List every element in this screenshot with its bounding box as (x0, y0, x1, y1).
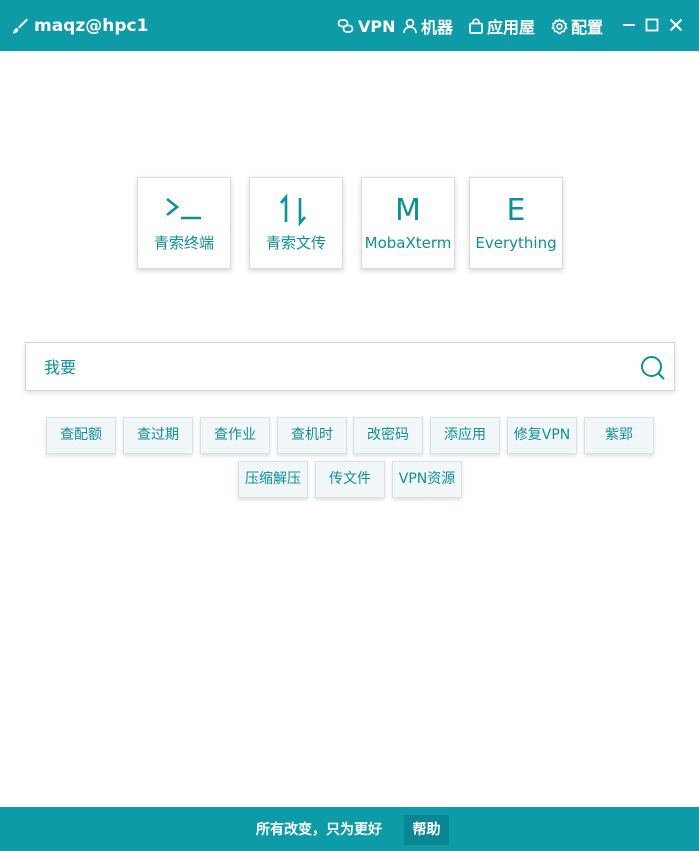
nav-vpn-label: VPN (358, 16, 396, 36)
chip-ziying[interactable]: 紫郢 (584, 417, 654, 454)
chip-change-password[interactable]: 改密码 (353, 417, 423, 454)
terminal-icon (138, 194, 230, 232)
tile-label: 青索终端 (153, 234, 214, 252)
maximize-icon (645, 18, 659, 32)
chip-check-expiry[interactable]: 查过期 (123, 417, 193, 454)
chip-check-machine-hours[interactable]: 查机时 (277, 417, 347, 454)
transfer-icon (250, 194, 342, 234)
title-bar: maqz@hpc1 VPN 机器 应用屋 配置 (0, 0, 699, 51)
user-icon (402, 18, 418, 34)
search-icon[interactable] (640, 355, 666, 381)
nav-settings-label: 配置 (571, 18, 604, 37)
brush-icon (11, 17, 29, 35)
nav-settings[interactable]: 配置 (551, 14, 603, 38)
footer-slogan: 所有改变，只为更好 (256, 822, 382, 838)
tile-mobaxterm[interactable]: M MobaXterm (361, 177, 455, 269)
minimize-icon (622, 18, 636, 32)
help-button[interactable]: 帮助 (404, 815, 449, 845)
close-icon (669, 18, 683, 32)
nav-machines[interactable]: 机器 (402, 14, 453, 38)
minimize-button[interactable] (619, 15, 639, 35)
gear-icon (551, 17, 568, 35)
link-icon (337, 18, 355, 34)
nav-app-house[interactable]: 应用屋 (468, 14, 535, 38)
chip-vpn-resources[interactable]: VPN资源 (392, 461, 462, 498)
search-box (25, 342, 675, 391)
bag-icon (468, 18, 484, 34)
tile-label: MobaXterm (364, 234, 452, 252)
tile-qingsuo-file-transfer[interactable]: 青索文传 (249, 177, 343, 269)
chip-check-jobs[interactable]: 查作业 (200, 417, 270, 454)
chip-add-app[interactable]: 添应用 (430, 417, 500, 454)
nav-vpn[interactable]: VPN (337, 14, 396, 38)
tile-glyph-e: E (506, 193, 526, 228)
chip-check-quota[interactable]: 查配额 (46, 417, 116, 454)
nav-machines-label: 机器 (421, 18, 454, 37)
search-input[interactable] (44, 353, 624, 381)
chip-compress-extract[interactable]: 压缩解压 (238, 461, 308, 498)
brand: maqz@hpc1 (11, 13, 148, 39)
nav-app-house-label: 应用屋 (487, 18, 536, 37)
tile-label: 青索文传 (265, 234, 326, 252)
chip-repair-vpn[interactable]: 修复VPN (507, 417, 577, 454)
tile-label: Everything (475, 234, 557, 252)
tile-glyph-m: M (395, 193, 421, 228)
user-host-label: maqz@hpc1 (34, 16, 149, 36)
tile-everything[interactable]: E Everything (469, 177, 563, 269)
footer-bar: 所有改变，只为更好 (0, 807, 699, 851)
close-button[interactable] (666, 15, 686, 35)
tile-qingsuo-terminal[interactable]: 青索终端 (137, 177, 231, 269)
maximize-button[interactable] (642, 15, 662, 35)
chip-transfer-file[interactable]: 传文件 (315, 461, 385, 498)
